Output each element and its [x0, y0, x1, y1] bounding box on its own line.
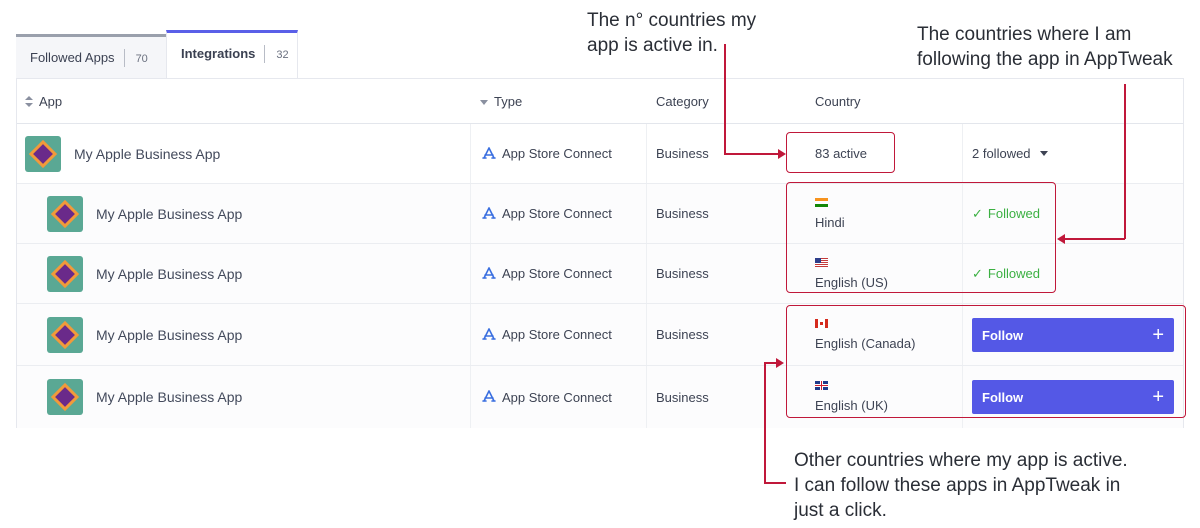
app-name: My Apple Business App: [96, 326, 243, 343]
highlight-other-countries: [786, 305, 1186, 418]
sort-icon[interactable]: [25, 96, 33, 107]
annotation-connector: [724, 44, 726, 154]
type-cell: App Store Connect: [482, 124, 612, 183]
annotation-connector: [1124, 84, 1126, 239]
type-label: App Store Connect: [502, 206, 612, 221]
header-app[interactable]: App: [25, 79, 62, 124]
annotation-connector: [764, 482, 786, 484]
header-label: Country: [815, 94, 861, 109]
app-name: My Apple Business App: [74, 145, 221, 162]
app-cell: My Apple Business App: [47, 184, 242, 243]
type-label: App Store Connect: [502, 266, 612, 281]
tab-count: 70: [135, 52, 148, 65]
highlight-followed-countries: [786, 182, 1056, 293]
tab-label: Followed Apps: [30, 50, 115, 65]
type-cell: App Store Connect: [482, 366, 612, 428]
type-label: App Store Connect: [502, 327, 612, 342]
tab-label: Integrations: [181, 46, 256, 61]
highlight-active-count: [786, 132, 895, 173]
tab-bar: Followed Apps 70 Integrations 32: [16, 30, 298, 78]
sort-desc-icon[interactable]: [480, 100, 488, 106]
app-name: My Apple Business App: [96, 389, 243, 405]
annotation-followed-countries: The countries where I am following the a…: [917, 24, 1173, 70]
header-category: Category: [656, 79, 709, 124]
app-name: My Apple Business App: [96, 265, 243, 282]
header-label: Category: [656, 94, 709, 109]
arrow-right-icon: [776, 358, 784, 368]
type-cell: App Store Connect: [482, 184, 612, 243]
app-store-icon: [482, 390, 496, 402]
app-cell: My Apple Business App: [47, 244, 242, 303]
header-country: Country: [815, 79, 861, 124]
app-store-icon: [482, 146, 496, 159]
followed-summary: 2 followed: [972, 146, 1031, 161]
type-cell: App Store Connect: [482, 304, 612, 365]
arrow-right-icon: [778, 149, 786, 159]
category-cell: Business: [656, 146, 709, 161]
category-cell: Business: [656, 327, 709, 342]
app-name: My Apple Business App: [96, 205, 243, 222]
header-type[interactable]: Type: [480, 79, 522, 124]
app-cell: My Apple Business App: [47, 366, 242, 428]
tab-divider: [123, 48, 125, 67]
table-row-parent[interactable]: My Apple Business App App Store Connect …: [17, 124, 1183, 184]
type-cell: App Store Connect: [482, 244, 612, 303]
app-icon: [25, 135, 61, 172]
tab-divider: [264, 44, 266, 63]
category-cell: Business: [656, 266, 709, 281]
header-label: App: [39, 94, 63, 109]
app-icon: [47, 195, 83, 232]
app-store-icon: [482, 327, 496, 340]
type-label: App Store Connect: [502, 389, 612, 405]
annotation-active-count: The n° countries my app is active in.: [587, 10, 757, 56]
tab-integrations[interactable]: Integrations 32: [166, 30, 298, 78]
tab-count: 32: [276, 48, 289, 61]
table-header: App Type Category Country: [17, 79, 1183, 124]
annotation-connector: [724, 153, 780, 155]
followed-dropdown[interactable]: 2 followed: [972, 124, 1048, 183]
header-label: Type: [494, 94, 523, 109]
annotation-connector: [1064, 238, 1125, 240]
app-cell: My Apple Business App: [47, 304, 242, 365]
type-label: App Store Connect: [502, 146, 612, 161]
annotation-connector: [764, 362, 766, 483]
tab-followed-apps[interactable]: Followed Apps 70: [16, 34, 166, 78]
annotation-other-countries: Other countries where my app is active. …: [794, 450, 1128, 521]
app-icon: [47, 316, 83, 353]
app-cell: My Apple Business App: [25, 124, 220, 183]
arrow-left-icon: [1057, 234, 1065, 244]
app-store-icon: [482, 206, 496, 219]
app-store-icon: [482, 266, 496, 279]
app-icon: [47, 379, 83, 415]
app-icon: [47, 255, 83, 292]
category-cell: Business: [656, 206, 709, 221]
category-cell: Business: [656, 389, 709, 405]
chevron-down-icon: [1039, 151, 1048, 156]
